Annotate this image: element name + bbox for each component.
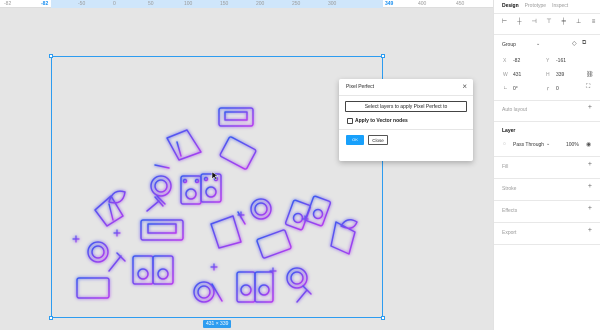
visibility-eye-icon[interactable]: ◉	[586, 141, 591, 148]
properties-panel: Design Prototype Inspect ⊢ ┼ ⊣ ⊤ ╪ ⊥ ≡ G…	[493, 0, 600, 330]
divider	[494, 178, 600, 179]
divider	[494, 200, 600, 201]
corner-radius-icon: ╭	[546, 85, 550, 91]
divider	[494, 100, 600, 101]
auto-layout-label: Auto layout	[502, 107, 528, 113]
ruler-tick: 200	[256, 1, 265, 7]
align-top-icon[interactable]: ⊤	[545, 19, 552, 26]
align-left-icon[interactable]: ⊢	[501, 19, 508, 26]
x-label: X	[503, 58, 507, 64]
ruler-tick: 250	[292, 1, 301, 7]
ruler-tick: 100	[184, 1, 193, 7]
ok-button[interactable]: OK	[346, 135, 364, 145]
h-input[interactable]: 339	[556, 72, 564, 78]
h-label: H	[546, 72, 550, 78]
align-center-v-icon[interactable]: ╪	[560, 19, 567, 26]
divider	[339, 95, 473, 96]
add-fill-icon[interactable]: +	[588, 161, 592, 168]
tab-inspect[interactable]: Inspect	[552, 3, 568, 9]
size-badge: 431 × 339	[203, 320, 232, 328]
y-label: Y	[546, 58, 550, 64]
resize-handle-top-left[interactable]	[49, 54, 53, 58]
close-icon[interactable]: ×	[462, 82, 467, 91]
independent-corners-icon[interactable]: ⛶	[586, 84, 590, 91]
blend-mode-select[interactable]: Pass Through	[513, 142, 544, 148]
divider	[494, 13, 600, 14]
panel-tabs: Design Prototype Inspect	[502, 3, 568, 9]
ruler-tick: -82	[41, 1, 49, 7]
tab-prototype[interactable]: Prototype	[525, 3, 546, 9]
rotation-icon: ∟	[503, 85, 508, 91]
w-input[interactable]: 431	[513, 72, 521, 78]
distribute-icon[interactable]: ≡	[590, 19, 597, 26]
corner-radius-input[interactable]: 0	[556, 86, 559, 92]
effects-label: Effects	[502, 208, 518, 214]
chevron-down-icon[interactable]: ⌄	[536, 41, 540, 47]
resize-handle-bottom-left[interactable]	[49, 316, 53, 320]
boolean-icon[interactable]: ⧉	[582, 40, 586, 47]
align-center-h-icon[interactable]: ┼	[516, 19, 523, 26]
divider	[494, 156, 600, 157]
rotation-input[interactable]: 0°	[513, 86, 518, 92]
ruler-tick: -82	[4, 1, 12, 7]
add-effect-icon[interactable]: +	[588, 205, 592, 212]
opacity-input[interactable]: 100%	[566, 142, 579, 148]
ruler-tick: 349	[385, 1, 394, 7]
add-stroke-icon[interactable]: +	[588, 183, 592, 190]
y-input[interactable]: -161	[556, 58, 566, 64]
horizontal-ruler: -82 -82 -50 0 50 100 150 200 250 300 349…	[0, 0, 493, 8]
vector-nodes-label: Apply to Vector nodes	[355, 118, 408, 124]
tab-design[interactable]: Design	[502, 3, 519, 9]
dialog-title: Pixel Perfect	[346, 84, 375, 90]
ruler-tick: 300	[328, 1, 337, 7]
export-label: Export	[502, 230, 517, 236]
ruler-tick: 50	[148, 1, 154, 7]
ruler-tick: 0	[113, 1, 116, 7]
group-label: Group	[502, 42, 516, 48]
blend-mode-icon: ◌	[503, 141, 506, 147]
pixel-perfect-dialog: Pixel Perfect × Select layers to apply P…	[339, 79, 473, 161]
divider	[494, 34, 600, 35]
add-auto-layout-icon[interactable]: +	[588, 104, 592, 111]
align-bottom-icon[interactable]: ⊥	[575, 19, 582, 26]
stroke-label: Stroke	[502, 186, 517, 192]
figma-app: -82 -82 -50 0 50 100 150 200 250 300 349…	[0, 0, 600, 330]
component-icon[interactable]: ◇	[572, 40, 577, 47]
alignment-toolbar: ⊢ ┼ ⊣ ⊤ ╪ ⊥ ≡	[501, 19, 597, 26]
resize-handle-top-right[interactable]	[381, 54, 385, 58]
align-right-icon[interactable]: ⊣	[531, 19, 538, 26]
ruler-tick: 450	[456, 1, 465, 7]
select-layers-button[interactable]: Select layers to apply Pixel Perfect to	[345, 101, 467, 112]
divider	[494, 244, 600, 245]
add-export-icon[interactable]: +	[588, 227, 592, 234]
resize-handle-bottom-right[interactable]	[381, 316, 385, 320]
ruler-tick: 150	[220, 1, 229, 7]
divider	[494, 121, 600, 122]
constrain-proportions-icon[interactable]: ⛓	[586, 71, 594, 78]
selection-frame[interactable]	[49, 54, 385, 320]
ruler-tick: 400	[418, 1, 427, 7]
chevron-down-icon[interactable]: ⌄	[546, 141, 550, 147]
design-canvas[interactable]: 431 × 339	[0, 8, 493, 330]
divider	[494, 222, 600, 223]
layer-label: Layer	[502, 128, 516, 134]
vector-nodes-checkbox[interactable]	[347, 118, 353, 124]
ruler-tick: -50	[78, 1, 86, 7]
close-button[interactable]: Close	[368, 135, 388, 145]
fill-label: Fill	[502, 164, 509, 170]
w-label: W	[503, 72, 508, 78]
x-input[interactable]: -82	[513, 58, 520, 64]
divider	[339, 129, 473, 130]
